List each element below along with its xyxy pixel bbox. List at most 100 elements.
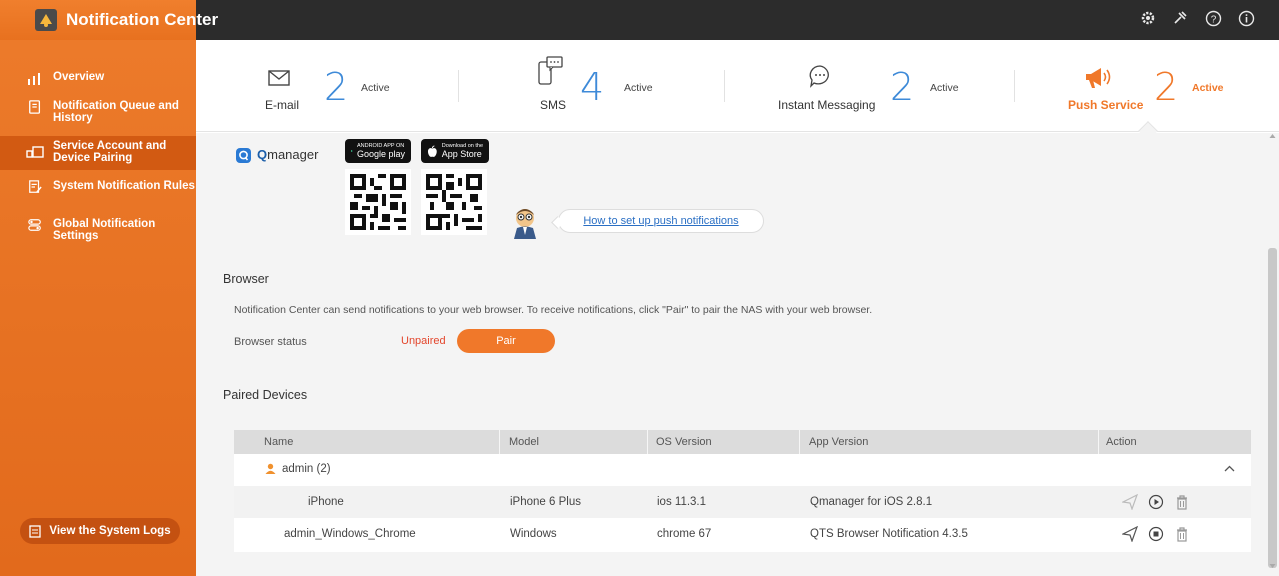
- help-icon[interactable]: ?: [1203, 10, 1223, 30]
- sidebar-item-label: Overview: [53, 71, 105, 83]
- pair-button[interactable]: Pair: [457, 329, 555, 353]
- device-app: QTS Browser Notification 4.3.5: [810, 528, 968, 540]
- google-play-badge[interactable]: ANDROID APP ON Google play: [345, 139, 411, 163]
- service-tabs: E-mail 2 Active SMS 4 Active Instant Mes…: [196, 40, 1279, 141]
- qmanager-logo-icon: [236, 148, 251, 163]
- queue-icon: [29, 100, 41, 114]
- view-system-logs-button[interactable]: View the System Logs: [20, 518, 180, 544]
- info-icon[interactable]: [1236, 10, 1256, 30]
- column-divider: [799, 430, 800, 454]
- vertical-scrollbar[interactable]: [1266, 133, 1279, 576]
- gear-icon[interactable]: [1138, 10, 1158, 30]
- tab-divider: [1014, 70, 1015, 102]
- tab-sms[interactable]: SMS 4 Active: [516, 40, 736, 132]
- device-model: iPhone 6 Plus: [510, 496, 581, 508]
- device-name: admin_Windows_Chrome: [284, 528, 416, 540]
- sidebar-item-system-rules[interactable]: System Notification Rules: [0, 180, 196, 210]
- col-os-header[interactable]: OS Version: [656, 430, 712, 454]
- email-icon: [268, 70, 290, 86]
- title-bar: Notification Center ?: [0, 0, 1279, 40]
- overview-icon: [28, 73, 40, 85]
- tools-icon[interactable]: [1170, 10, 1190, 30]
- browser-section-title: Browser: [223, 272, 269, 286]
- column-divider: [1098, 430, 1099, 454]
- tab-label: Push Service: [1068, 98, 1144, 112]
- qmanager-brand-q: Q: [257, 147, 268, 162]
- col-app-header[interactable]: App Version: [809, 430, 868, 454]
- sms-icon: [538, 56, 563, 85]
- tab-status: Active: [930, 82, 959, 94]
- app-store-badge[interactable]: Download on the App Store: [421, 139, 489, 163]
- rules-icon: [29, 180, 42, 193]
- tab-status: Active: [1192, 82, 1224, 94]
- column-divider: [647, 430, 648, 454]
- apple-icon: [427, 144, 437, 157]
- device-model: Windows: [510, 528, 557, 540]
- tab-status: Active: [624, 82, 653, 94]
- megaphone-icon: [1086, 68, 1111, 88]
- sidebar-item-global-settings[interactable]: Global Notification Settings: [0, 218, 196, 248]
- chat-icon: [809, 65, 829, 88]
- google-play-icon: [351, 150, 353, 152]
- tab-count: 2: [890, 65, 915, 109]
- qmanager-name: Qmanager: [257, 147, 318, 162]
- log-icon: [29, 524, 42, 538]
- mascot-icon: [514, 209, 536, 239]
- app-store-big: App Store: [441, 149, 482, 159]
- tab-count: 2: [1154, 65, 1179, 109]
- sidebar-item-label: Service Account and Device Pairing: [53, 140, 167, 164]
- browser-status-label: Browser status: [234, 336, 307, 348]
- scroll-up-icon[interactable]: [1269, 133, 1276, 139]
- tab-count: 4: [580, 65, 605, 109]
- send-test-icon[interactable]: [1122, 526, 1138, 542]
- svg-text:?: ?: [1210, 15, 1216, 26]
- tab-count: 2: [324, 65, 349, 109]
- tab-label: E-mail: [265, 98, 300, 112]
- browser-status-value: Unpaired: [401, 335, 446, 347]
- table-header: Name Model OS Version App Version Action: [234, 430, 1251, 454]
- tab-label: Instant Messaging: [778, 98, 876, 112]
- sidebar-item-label: System Notification Rules: [53, 180, 195, 192]
- group-row-admin[interactable]: admin (2): [234, 454, 1251, 484]
- browser-description: Notification Center can send notificatio…: [234, 304, 873, 316]
- tab-divider: [458, 70, 459, 102]
- tab-label: SMS: [540, 98, 567, 112]
- chevron-up-icon[interactable]: [1224, 465, 1235, 473]
- device-name: iPhone: [308, 496, 344, 508]
- sidebar-item-overview[interactable]: Overview: [0, 71, 196, 91]
- col-action-header: Action: [1106, 436, 1137, 448]
- scroll-down-icon[interactable]: [1269, 563, 1276, 569]
- col-name-header[interactable]: Name: [264, 430, 293, 454]
- tab-email[interactable]: E-mail 2 Active: [236, 40, 456, 132]
- group-label: admin (2): [282, 463, 331, 475]
- tab-status: Active: [361, 82, 390, 94]
- column-divider: [499, 430, 500, 454]
- sidebar-item-label: Notification Queue and History: [53, 100, 179, 124]
- sidebar: Overview Notification Queue and History …: [0, 40, 196, 576]
- delete-icon[interactable]: [1174, 526, 1190, 542]
- col-model-header[interactable]: Model: [509, 430, 539, 454]
- sidebar-item-device-pairing[interactable]: Service Account and Device Pairing: [0, 136, 196, 170]
- app-icon: [35, 9, 57, 31]
- device-os: chrome 67: [657, 528, 712, 540]
- stop-icon[interactable]: [1148, 526, 1164, 542]
- app-title: Notification Center: [66, 10, 219, 29]
- send-test-icon[interactable]: [1122, 494, 1138, 510]
- sidebar-item-queue-history[interactable]: Notification Queue and History: [0, 100, 196, 130]
- device-app: Qmanager for iOS 2.8.1: [810, 496, 933, 508]
- tab-divider: [724, 70, 725, 102]
- delete-icon[interactable]: [1174, 494, 1190, 510]
- play-icon[interactable]: [1148, 494, 1164, 510]
- app-store-qr-code: [421, 169, 487, 235]
- settings-icon: [28, 219, 41, 231]
- google-play-qr-code: [345, 169, 411, 235]
- device-pairing-icon: [26, 146, 44, 158]
- paired-devices-table: Name Model OS Version App Version Action…: [234, 430, 1251, 552]
- table-row[interactable]: admin_Windows_Chrome Windows chrome 67 Q…: [234, 518, 1251, 550]
- how-to-push-link[interactable]: How to set up push notifications: [558, 209, 764, 233]
- scroll-thumb[interactable]: [1268, 248, 1277, 568]
- tab-push-service[interactable]: Push Service 2 Active: [1058, 40, 1258, 132]
- table-row[interactable]: iPhone iPhone 6 Plus ios 11.3.1 Qmanager…: [234, 486, 1251, 518]
- paired-devices-title: Paired Devices: [223, 388, 308, 402]
- tab-instant-messaging[interactable]: Instant Messaging 2 Active: [756, 40, 1006, 132]
